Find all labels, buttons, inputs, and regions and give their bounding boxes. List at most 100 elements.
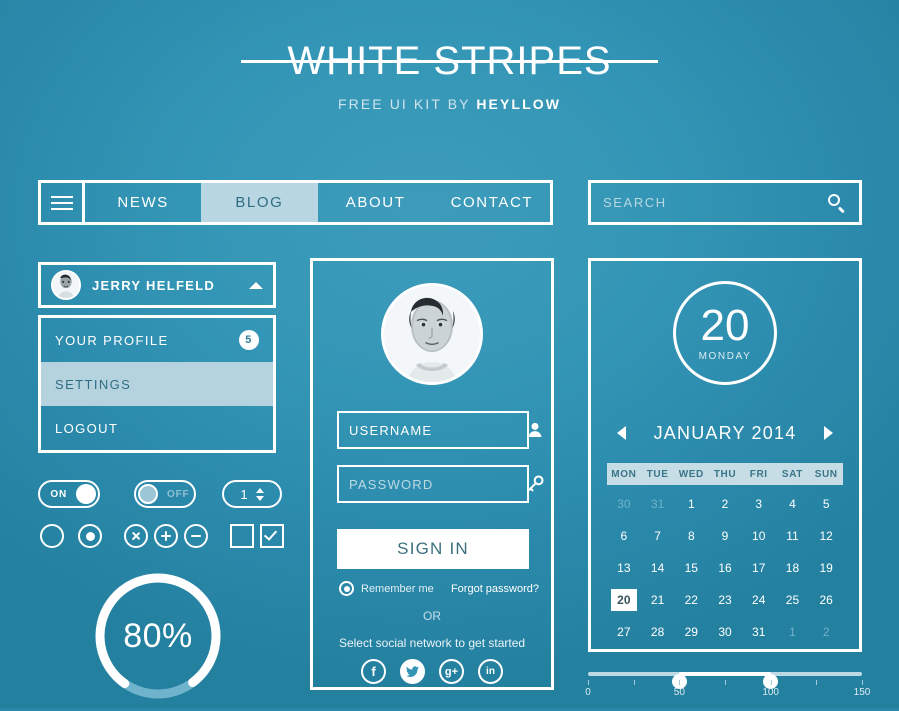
hamburger-icon[interactable] (41, 183, 85, 222)
slider-tick-label: 100 (762, 687, 779, 698)
calendar-day[interactable]: 30 (708, 619, 742, 645)
radio-checked-icon[interactable] (78, 524, 102, 548)
calendar-day[interactable]: 9 (708, 523, 742, 549)
checkbox-checked-icon[interactable] (260, 524, 284, 548)
password-field (337, 465, 544, 503)
calendar-day[interactable]: 26 (809, 587, 843, 613)
calendar-day[interactable]: 10 (742, 523, 776, 549)
chevron-right-icon[interactable] (824, 426, 833, 440)
calendar-day-number: 3 (755, 497, 763, 511)
twitter-icon[interactable] (400, 659, 425, 684)
calendar-day[interactable]: 14 (641, 555, 675, 581)
google-plus-icon[interactable]: g+ (439, 659, 464, 684)
calendar-day[interactable]: 16 (708, 555, 742, 581)
calendar-day-number: 26 (819, 593, 833, 607)
calendar-grid: MON TUE WED THU FRI SAT SUN 30 31 1 2 3 4 5 6 7 8… (607, 463, 843, 645)
nav-item-blog[interactable]: BLOG (201, 183, 318, 222)
linkedin-icon[interactable]: in (478, 659, 503, 684)
stepper-value: 1 (240, 486, 248, 502)
login-card: SIGN IN Remember me Forgot password? OR … (310, 258, 554, 690)
menu-item-label: SETTINGS (55, 376, 132, 392)
calendar-day[interactable]: 28 (641, 619, 675, 645)
search-icon[interactable] (827, 193, 847, 213)
range-slider[interactable]: 0 50 100 150 (585, 664, 870, 704)
circle-close-icon[interactable] (124, 524, 148, 548)
tagline-prefix: FREE UI KIT BY (337, 96, 477, 112)
toggle-on[interactable]: ON (38, 480, 100, 508)
nav-item-about[interactable]: ABOUT (318, 183, 434, 222)
calendar-day[interactable]: 3 (742, 491, 776, 517)
calendar-day[interactable]: 25 (776, 587, 810, 613)
calendar-day[interactable]: 24 (742, 587, 776, 613)
chevron-up-icon[interactable] (249, 281, 263, 289)
username-input[interactable] (349, 422, 525, 438)
calendar-day[interactable]: 4 (776, 491, 810, 517)
calendar-day[interactable]: 7 (641, 523, 675, 549)
calendar-week-row: 27 28 29 30 31 1 2 (607, 619, 843, 645)
calendar-day[interactable]: 31 (742, 619, 776, 645)
calendar-day[interactable]: 29 (674, 619, 708, 645)
calendar-day-number: 15 (684, 561, 698, 575)
nav-item-contact[interactable]: CONTACT (434, 183, 550, 222)
profile-dropdown-toggle[interactable]: JERRY HELFELD (38, 262, 276, 308)
calendar-day-number: 11 (786, 529, 799, 543)
slider-tick (816, 680, 818, 685)
calendar-day-number: 30 (718, 625, 732, 639)
calendar-day[interactable]: 6 (607, 523, 641, 549)
menu-item-label: YOUR PROFILE (55, 332, 169, 348)
calendar-day[interactable]: 30 (607, 491, 641, 517)
facebook-icon[interactable]: f (361, 659, 386, 684)
stepper-arrows[interactable] (255, 487, 264, 501)
calendar-day[interactable]: 2 (809, 619, 843, 645)
calendar-day[interactable]: 15 (674, 555, 708, 581)
circle-plus-icon[interactable] (154, 524, 178, 548)
calendar-day[interactable]: 27 (607, 619, 641, 645)
menu-item-logout[interactable]: LOGOUT (41, 406, 273, 450)
chevron-left-icon[interactable] (617, 426, 626, 440)
calendar-day[interactable]: 1 (776, 619, 810, 645)
circle-minus-icon[interactable] (184, 524, 208, 548)
calendar-day[interactable]: 5 (809, 491, 843, 517)
toggle-off[interactable]: OFF (134, 480, 196, 508)
user-photo (381, 283, 483, 385)
calendar-day[interactable]: 12 (809, 523, 843, 549)
quantity-stepper[interactable]: 1 (222, 480, 282, 508)
calendar-day[interactable]: 11 (776, 523, 810, 549)
calendar-day-number: 13 (617, 561, 631, 575)
weekday-wed: WED (678, 468, 704, 480)
person-icon (525, 420, 545, 440)
menu-item-your-profile[interactable]: YOUR PROFILE 5 (41, 318, 273, 362)
radio-unchecked-icon[interactable] (40, 524, 64, 548)
calendar-day-number: 17 (752, 561, 766, 575)
radio-checked-icon[interactable] (339, 581, 354, 596)
calendar-day[interactable]: 23 (708, 587, 742, 613)
calendar-day[interactable]: 17 (742, 555, 776, 581)
profile-name: JERRY HELFELD (92, 277, 216, 293)
calendar-day[interactable]: 21 (641, 587, 675, 613)
menu-item-settings[interactable]: SETTINGS (41, 362, 273, 406)
toggle-knob (138, 484, 158, 504)
calendar-day[interactable]: 13 (607, 555, 641, 581)
password-input[interactable] (349, 476, 525, 492)
selected-date-display: 20 MONDAY (673, 281, 777, 385)
calendar-day[interactable]: 1 (674, 491, 708, 517)
weekday-thu: THU (713, 468, 737, 480)
social-prompt-label: Select social network to get started (338, 636, 526, 650)
nav-item-news[interactable]: NEWS (85, 183, 201, 222)
sign-in-button[interactable]: SIGN IN (337, 529, 529, 569)
search-input[interactable] (603, 195, 827, 210)
slider-tick (770, 680, 772, 685)
calendar-day[interactable]: 19 (809, 555, 843, 581)
remember-me-label: Remember me (361, 582, 434, 595)
calendar-day-selected[interactable]: 20 (607, 587, 641, 613)
forgot-password-link[interactable]: Forgot password? (451, 583, 539, 595)
calendar-day[interactable]: 18 (776, 555, 810, 581)
calendar-day[interactable]: 8 (674, 523, 708, 549)
slider-track[interactable] (588, 672, 862, 689)
toggle-knob (76, 484, 96, 504)
calendar-day[interactable]: 31 (641, 491, 675, 517)
calendar-day[interactable]: 22 (674, 587, 708, 613)
calendar-day-number: 1 (687, 497, 695, 511)
calendar-day[interactable]: 2 (708, 491, 742, 517)
checkbox-unchecked-icon[interactable] (230, 524, 254, 548)
